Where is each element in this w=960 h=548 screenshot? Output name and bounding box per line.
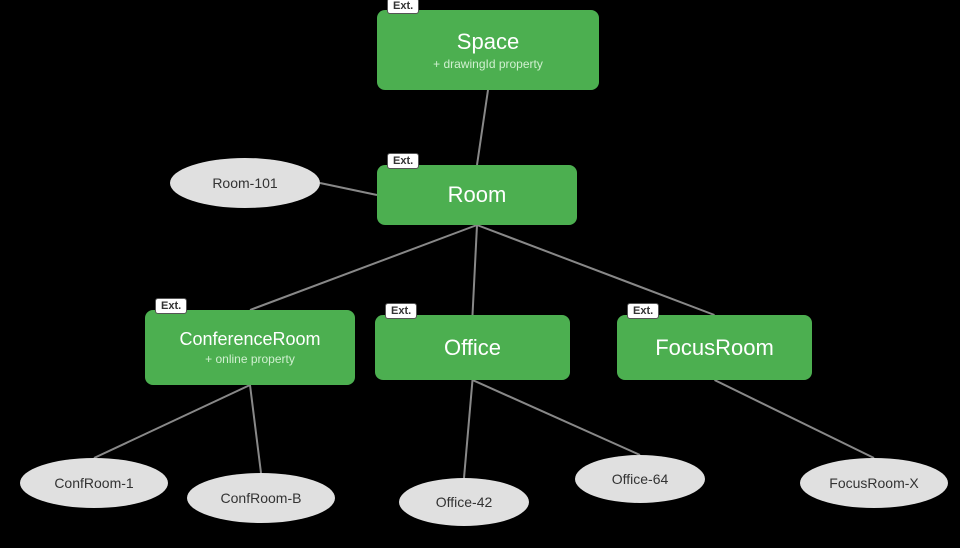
- confroom1-ellipse: ConfRoom-1: [20, 458, 168, 508]
- focus-title: FocusRoom: [655, 335, 774, 361]
- office64-label: Office-64: [612, 471, 669, 487]
- conference-room-node: Ext. ConferenceRoom + online property: [145, 310, 355, 385]
- room101-ellipse: Room-101: [170, 158, 320, 208]
- space-title: Space: [457, 29, 519, 55]
- confroomB-ellipse: ConfRoom-B: [187, 473, 335, 523]
- space-ext-badge: Ext.: [387, 0, 419, 14]
- office-node: Ext. Office: [375, 315, 570, 380]
- conference-ext-badge: Ext.: [155, 298, 187, 314]
- focusroomx-label: FocusRoom-X: [829, 475, 918, 491]
- confroomB-label: ConfRoom-B: [221, 490, 302, 506]
- room101-label: Room-101: [212, 175, 277, 191]
- office42-label: Office-42: [436, 494, 493, 510]
- office-title: Office: [444, 335, 501, 361]
- conference-sub: + online property: [205, 352, 295, 366]
- room-node: Ext. Room: [377, 165, 577, 225]
- focus-room-node: Ext. FocusRoom: [617, 315, 812, 380]
- space-sub: + drawingId property: [433, 57, 543, 71]
- office64-ellipse: Office-64: [575, 455, 705, 503]
- conference-title: ConferenceRoom: [179, 329, 320, 350]
- room-ext-badge: Ext.: [387, 153, 419, 169]
- office-ext-badge: Ext.: [385, 303, 417, 319]
- room-title: Room: [448, 182, 507, 208]
- focus-ext-badge: Ext.: [627, 303, 659, 319]
- confroom1-label: ConfRoom-1: [54, 475, 133, 491]
- focusroomx-ellipse: FocusRoom-X: [800, 458, 948, 508]
- space-node: Ext. Space + drawingId property: [377, 10, 599, 90]
- office42-ellipse: Office-42: [399, 478, 529, 526]
